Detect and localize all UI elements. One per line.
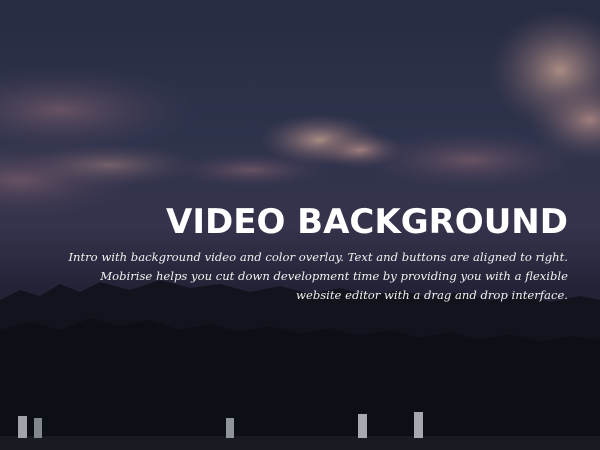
hero-content: VIDEO BACKGROUND Intro with background v… [28, 202, 568, 305]
hero-subtitle-line: website editor with a drag and drop inte… [296, 288, 568, 302]
hero-title: VIDEO BACKGROUND [166, 202, 568, 242]
hero-subtitle-line: Mobirise helps you cut down development … [100, 269, 568, 283]
hero-section: VIDEO BACKGROUND Intro with background v… [0, 0, 600, 450]
hero-subtitle: Intro with background video and color ov… [28, 248, 568, 305]
hero-subtitle-line: Intro with background video and color ov… [68, 250, 568, 264]
